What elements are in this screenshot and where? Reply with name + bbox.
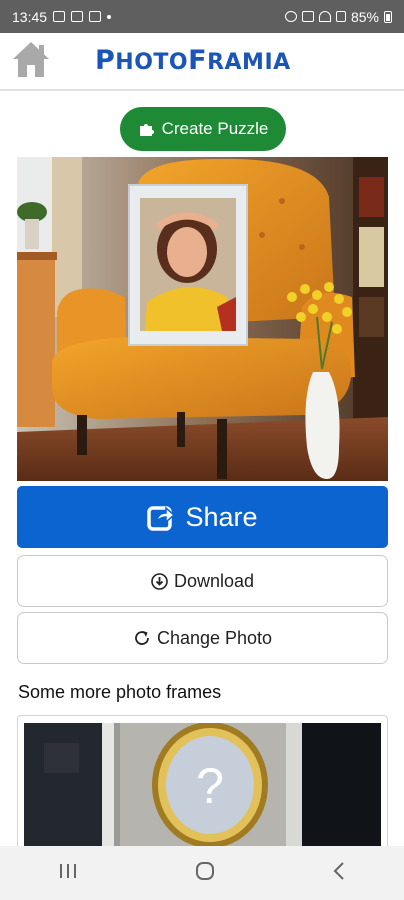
refresh-icon <box>135 631 149 645</box>
create-puzzle-label: Create Puzzle <box>161 119 269 138</box>
share-button[interactable]: Share <box>17 486 388 548</box>
home-icon <box>13 42 49 77</box>
status-bar: 13:45 85% <box>0 0 404 33</box>
download-label: Download <box>173 570 255 591</box>
notification-dot-icon <box>107 14 112 19</box>
create-puzzle-button[interactable]: Create Puzzle <box>120 107 286 151</box>
gallery-icon <box>53 11 66 22</box>
signal-icon <box>335 11 346 22</box>
app-header: PHOTOFRAMIA <box>0 33 404 91</box>
app-logo: PHOTOFRAMIA <box>95 45 291 76</box>
mute-icon <box>301 11 314 22</box>
home-circle-icon <box>195 861 214 880</box>
battery-icon <box>384 10 392 23</box>
battery-percent: 85% <box>350 8 379 25</box>
wifi-icon <box>318 11 331 22</box>
share-icon <box>147 506 176 531</box>
back-button[interactable] <box>332 861 346 886</box>
clock: 13:45 <box>12 8 48 25</box>
recent-apps-button[interactable] <box>58 863 78 884</box>
placeholder-question-mark: ? <box>196 758 224 814</box>
home-button[interactable] <box>10 39 52 81</box>
framed-photo-preview <box>17 157 388 481</box>
youtube-icon <box>71 11 84 22</box>
share-label: Share <box>185 501 258 532</box>
home-nav-button[interactable] <box>195 861 215 886</box>
download-button[interactable]: Download <box>17 555 388 607</box>
back-icon <box>333 861 344 880</box>
message-icon <box>89 11 102 22</box>
system-nav-bar <box>0 846 404 900</box>
recent-apps-icon <box>60 863 77 878</box>
frame-thumbnail[interactable]: ? <box>17 715 388 855</box>
change-photo-label: Change Photo <box>156 627 273 648</box>
alarm-icon <box>284 11 297 22</box>
more-frames-heading: Some more photo frames <box>18 682 222 702</box>
download-icon <box>151 572 168 590</box>
puzzle-icon <box>139 124 154 136</box>
change-photo-button[interactable]: Change Photo <box>17 612 388 664</box>
